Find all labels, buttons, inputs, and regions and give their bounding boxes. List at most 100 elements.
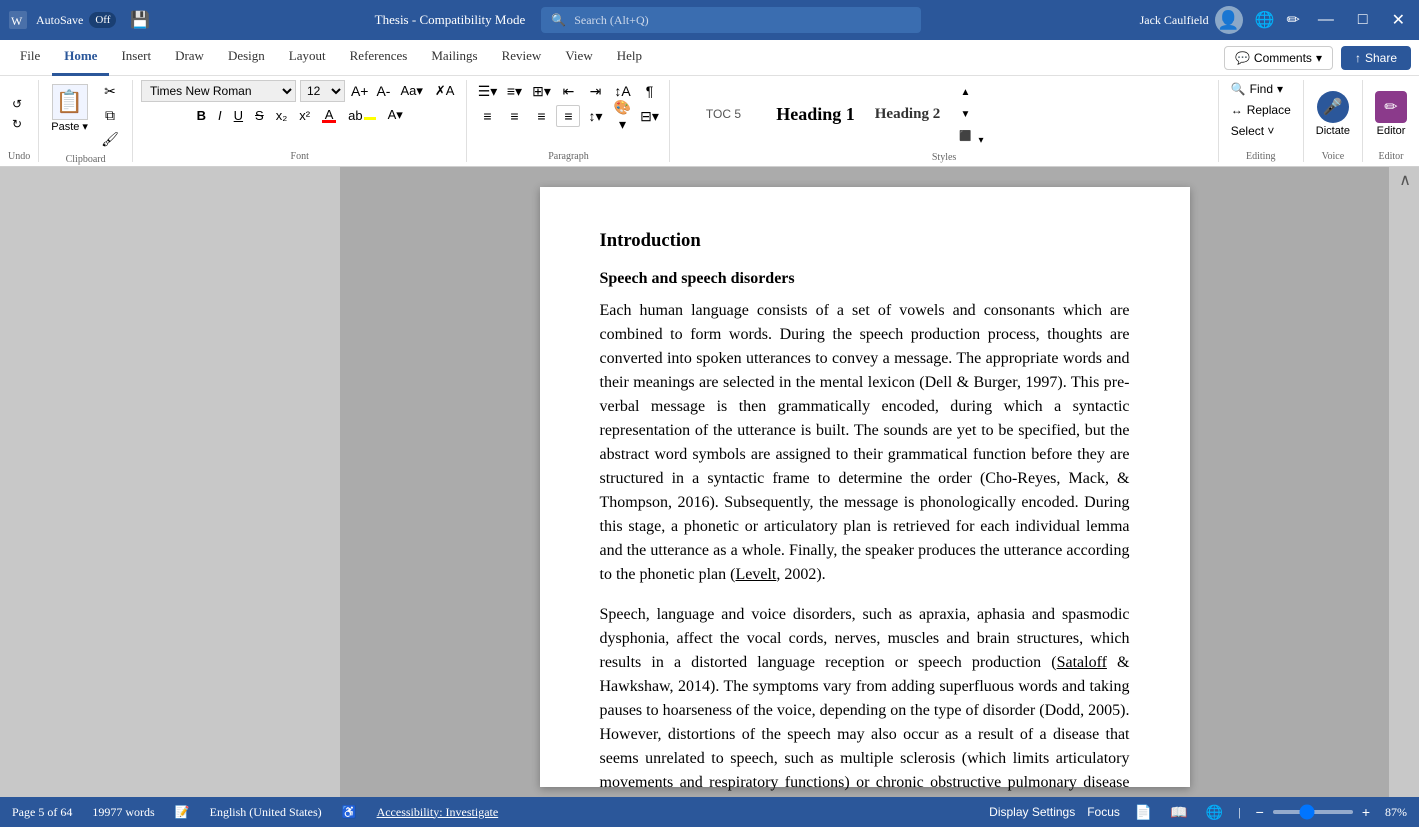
align-center-button[interactable]: ≡ — [502, 105, 526, 127]
tab-home[interactable]: Home — [52, 40, 109, 76]
shading-button[interactable]: 🎨▾ — [610, 105, 634, 127]
user-name: Jack Caulfield — [1140, 13, 1209, 28]
autosave-label: AutoSave — [36, 13, 83, 28]
editor-button[interactable]: ✏ Editor — [1371, 87, 1411, 141]
borders-button[interactable]: ⊟▾ — [637, 105, 661, 127]
style-heading1[interactable]: Heading 1 — [770, 80, 860, 148]
sataloff-ref: Sataloff — [1057, 654, 1107, 671]
show-marks-button[interactable]: ¶ — [637, 80, 661, 102]
minimize-button[interactable]: — — [1312, 11, 1340, 29]
zoom-level: 87% — [1385, 805, 1407, 820]
editor-group-label: Editor — [1371, 147, 1411, 162]
increase-indent-button[interactable]: ⇥ — [583, 80, 607, 102]
styles-scroll-down[interactable]: ▼ — [956, 104, 974, 124]
document-title: Thesis - Compatibility Mode — [375, 12, 526, 28]
zoom-separator: | — [1238, 805, 1240, 820]
close-button[interactable]: ✕ — [1386, 10, 1411, 30]
svg-text:W: W — [11, 14, 23, 28]
style-heading2[interactable]: Heading 2 — [862, 80, 952, 148]
title-right: Jack Caulfield 👤 🌐 ✏ — □ ✕ — [1140, 6, 1411, 34]
paste-button[interactable]: 📋 Paste ▾ — [47, 80, 92, 137]
bold-button[interactable]: B — [193, 106, 210, 125]
comments-icon: 💬 — [1235, 51, 1250, 65]
tab-layout[interactable]: Layout — [277, 40, 338, 76]
cut-button[interactable]: ✂ — [96, 80, 124, 102]
numbering-button[interactable]: ≡▾ — [502, 80, 526, 102]
font-size-select[interactable]: 12 — [300, 80, 345, 102]
tab-insert[interactable]: Insert — [109, 40, 163, 76]
font-size-increase-button[interactable]: A+ — [349, 83, 371, 99]
clear-format-button[interactable]: ✗A — [431, 81, 459, 101]
zoom-in-button[interactable]: + — [1359, 804, 1373, 820]
replace-icon: ↔ — [1231, 103, 1243, 117]
comments-button[interactable]: 💬 Comments ▾ — [1224, 46, 1333, 70]
style-toc5[interactable]: TOC 5 — [678, 80, 768, 148]
replace-button[interactable]: ↔ Replace — [1227, 101, 1295, 119]
tab-design[interactable]: Design — [216, 40, 277, 76]
styles-scroll: ▲ ▼ ⬛ — [956, 82, 974, 146]
styles-dialog-button[interactable]: ▾ — [978, 135, 983, 146]
text-effects-button[interactable]: A▾ — [384, 105, 407, 125]
collapse-ribbon-button[interactable]: ∧ — [1399, 170, 1411, 190]
align-right-button[interactable]: ≡ — [529, 105, 553, 127]
change-case-button[interactable]: Aa▾ — [396, 81, 426, 101]
superscript-button[interactable]: x² — [295, 106, 314, 125]
web-layout-button[interactable]: 🌐 — [1203, 804, 1226, 821]
autosave-toggle[interactable]: Off — [89, 12, 116, 28]
tab-draw[interactable]: Draw — [163, 40, 216, 76]
save-button[interactable]: 💾 — [124, 10, 156, 30]
font-color-button[interactable]: A — [318, 105, 340, 125]
strikethrough-button[interactable]: S — [251, 106, 268, 125]
print-layout-view-button[interactable]: 📄 — [1132, 804, 1155, 821]
select-button[interactable]: Select ˅ — [1227, 122, 1295, 140]
align-left-button[interactable]: ≡ — [475, 105, 499, 127]
decrease-indent-button[interactable]: ⇤ — [556, 80, 580, 102]
styles-gallery: TOC 5 Heading 1 Heading 2 — [678, 80, 952, 148]
search-placeholder: Search (Alt+Q) — [574, 13, 648, 28]
zoom-out-button[interactable]: − — [1253, 804, 1267, 820]
display-settings-button[interactable]: Display Settings — [989, 805, 1075, 819]
clipboard-side-buttons: ✂ ⧉ 🖌 — [96, 80, 124, 150]
font-size-decrease-button[interactable]: A- — [374, 83, 392, 99]
italic-button[interactable]: I — [214, 106, 226, 125]
multilevel-button[interactable]: ⊞▾ — [529, 80, 553, 102]
tab-references[interactable]: References — [338, 40, 420, 76]
redo-button[interactable]: ↻ — [8, 115, 26, 133]
paragraph-group: ☰▾ ≡▾ ⊞▾ ⇤ ⇥ ↕A ¶ ≡ ≡ ≡ ≡ ↕▾ 🎨▾ ⊟▾ — [467, 80, 670, 162]
tab-view[interactable]: View — [553, 40, 604, 76]
globe-icon: 🌐 — [1255, 10, 1275, 30]
tab-file[interactable]: File — [8, 40, 52, 76]
share-button[interactable]: ↑ Share — [1341, 46, 1411, 70]
app-icon: W — [8, 10, 28, 30]
tab-review[interactable]: Review — [490, 40, 554, 76]
voice-group: 🎤 Dictate Voice — [1304, 80, 1363, 162]
dictate-button[interactable]: 🎤 Dictate — [1312, 87, 1354, 141]
highlight-button[interactable]: ab — [344, 106, 379, 125]
tab-mailings[interactable]: Mailings — [419, 40, 489, 76]
search-bar[interactable]: 🔍 Search (Alt+Q) — [541, 7, 921, 33]
subscript-button[interactable]: x₂ — [272, 106, 292, 125]
zoom-slider[interactable] — [1273, 810, 1353, 814]
justify-button[interactable]: ≡ — [556, 105, 580, 127]
styles-scroll-up[interactable]: ▲ — [956, 82, 974, 102]
accessibility-label[interactable]: Accessibility: Investigate — [377, 805, 499, 820]
find-button[interactable]: 🔍 Find ▾ — [1227, 80, 1295, 98]
tab-help[interactable]: Help — [605, 40, 654, 76]
editing-group-label: Editing — [1227, 147, 1295, 162]
bullets-button[interactable]: ☰▾ — [475, 80, 499, 102]
paste-icon: 📋 — [52, 84, 88, 120]
underline-button[interactable]: U — [230, 106, 247, 125]
restore-button[interactable]: □ — [1352, 11, 1374, 29]
line-spacing-button[interactable]: ↕▾ — [583, 105, 607, 127]
copy-button[interactable]: ⧉ — [96, 104, 124, 126]
read-mode-button[interactable]: 📖 — [1167, 804, 1190, 821]
focus-button[interactable]: Focus — [1087, 805, 1120, 819]
find-label: Find — [1250, 82, 1273, 96]
undo-button[interactable]: ↺ — [8, 95, 26, 113]
styles-more[interactable]: ⬛ — [956, 126, 974, 146]
format-painter-button[interactable]: 🖌 — [96, 128, 124, 150]
autosave-state: Off — [95, 14, 110, 26]
font-name-select[interactable]: Times New Roman — [141, 80, 296, 102]
page-container[interactable]: Introduction Speech and speech disorders… — [340, 167, 1389, 797]
editing-group: 🔍 Find ▾ ↔ Replace Select ˅ Editing — [1219, 80, 1304, 162]
